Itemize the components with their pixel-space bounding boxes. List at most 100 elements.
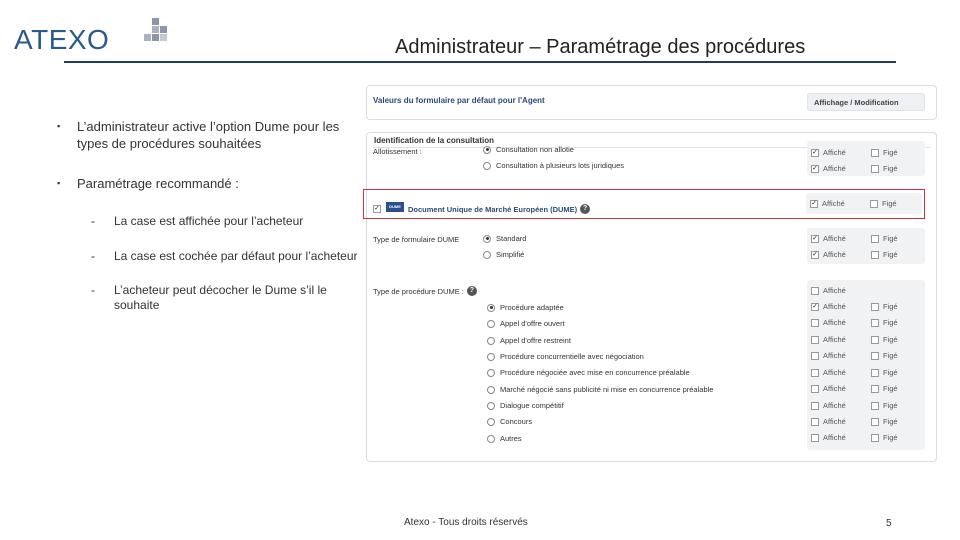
fige-checkbox[interactable]: Figé bbox=[871, 351, 898, 360]
radio-marche-negocie[interactable]: Marché négocié sans publicité ni mise en… bbox=[487, 385, 713, 394]
sub-bullet-mark: - bbox=[91, 214, 95, 228]
fige-checkbox[interactable]: Figé bbox=[871, 401, 898, 410]
form-header-title: Valeurs du formulaire par défaut pour l'… bbox=[373, 96, 545, 105]
checkbox-icon[interactable] bbox=[811, 318, 819, 327]
sub-bullet-text: La case est affichée pour l’acheteur bbox=[114, 214, 304, 228]
affiche-checkbox[interactable]: Affiché bbox=[811, 286, 846, 295]
checkbox-icon[interactable] bbox=[811, 286, 819, 295]
fige-checkbox[interactable]: Figé bbox=[871, 433, 898, 442]
radio-icon[interactable] bbox=[487, 303, 495, 312]
footer-copyright: Atexo - Tous droits réservés bbox=[404, 517, 528, 528]
checkbox-icon[interactable] bbox=[871, 302, 879, 311]
checkbox-icon[interactable] bbox=[871, 417, 879, 426]
fige-checkbox[interactable]: Figé bbox=[871, 250, 898, 259]
affiche-checkbox[interactable]: Affiché bbox=[811, 433, 846, 442]
fige-checkbox[interactable]: Figé bbox=[871, 368, 898, 377]
fige-checkbox[interactable]: Figé bbox=[870, 199, 897, 208]
dume-checkbox[interactable]: ✓ bbox=[373, 205, 381, 213]
radio-concours[interactable]: Concours bbox=[487, 417, 532, 426]
radio-icon[interactable] bbox=[487, 368, 495, 377]
radio-plusieurs-lots[interactable]: Consultation à plusieurs lots juridiques bbox=[483, 161, 624, 170]
fige-checkbox[interactable]: Figé bbox=[871, 384, 898, 393]
fige-checkbox[interactable]: Figé bbox=[871, 148, 898, 157]
fige-checkbox[interactable]: Figé bbox=[871, 417, 898, 426]
radio-procedure-concurrentielle[interactable]: Procédure concurrentielle avec négociati… bbox=[487, 352, 644, 361]
checkbox-icon[interactable] bbox=[871, 401, 879, 410]
checkbox-icon[interactable] bbox=[811, 433, 819, 442]
affiche-checkbox[interactable]: Affiché bbox=[811, 351, 846, 360]
checkbox-icon[interactable] bbox=[871, 318, 879, 327]
radio-procedure-negociee[interactable]: Procédure négociée avec mise en concurre… bbox=[487, 368, 690, 377]
checkbox-icon[interactable] bbox=[811, 417, 819, 426]
affiche-checkbox[interactable]: Affiché bbox=[811, 368, 846, 377]
radio-icon[interactable] bbox=[487, 385, 495, 394]
bullet-mark: ▪ bbox=[57, 121, 61, 131]
affiche-checkbox[interactable]: ✓ Affiché bbox=[811, 148, 846, 157]
radio-simplifie[interactable]: Simplifié bbox=[483, 250, 524, 259]
checkbox-icon[interactable] bbox=[871, 335, 879, 344]
radio-icon[interactable] bbox=[487, 434, 495, 443]
affiche-checkbox[interactable]: Affiché bbox=[811, 384, 846, 393]
checkbox-icon[interactable] bbox=[811, 401, 819, 410]
radio-procedure-adaptee[interactable]: Procédure adaptée bbox=[487, 303, 564, 312]
affiche-checkbox[interactable]: Affiché bbox=[811, 335, 846, 344]
radio-icon[interactable] bbox=[483, 145, 491, 154]
checkbox-icon[interactable]: ✓ bbox=[811, 302, 819, 311]
affiche-checkbox[interactable]: Affiché bbox=[811, 318, 846, 327]
radio-non-allotie[interactable]: Consultation non allotie bbox=[483, 145, 574, 154]
radio-label: Dialogue compétitif bbox=[500, 401, 564, 410]
fige-checkbox[interactable]: Figé bbox=[871, 335, 898, 344]
checkbox-icon[interactable] bbox=[871, 234, 879, 243]
radio-icon[interactable] bbox=[487, 336, 495, 345]
dume-option-row: ✓ DUME Document Unique de Marché Europée… bbox=[363, 189, 925, 219]
checkbox-icon[interactable] bbox=[811, 351, 819, 360]
fige-checkbox[interactable]: Figé bbox=[871, 318, 898, 327]
checkbox-icon[interactable] bbox=[871, 164, 879, 173]
checkbox-icon[interactable] bbox=[871, 148, 879, 157]
radio-icon[interactable] bbox=[487, 352, 495, 361]
affiche-checkbox[interactable]: Affiché bbox=[811, 401, 846, 410]
bullet-text: L’administrateur active l’option Dume po… bbox=[77, 119, 340, 151]
radio-dialogue-competitif[interactable]: Dialogue compétitif bbox=[487, 401, 564, 410]
affiche-checkbox[interactable]: ✓ Affiché bbox=[811, 250, 846, 259]
checkbox-icon[interactable] bbox=[811, 384, 819, 393]
checkbox-icon[interactable]: ✓ bbox=[810, 199, 818, 208]
radio-icon[interactable] bbox=[487, 401, 495, 410]
help-icon[interactable]: ? bbox=[466, 286, 477, 296]
radio-icon[interactable] bbox=[483, 161, 491, 170]
radio-appel-offre-restreint[interactable]: Appel d'offre restreint bbox=[487, 336, 571, 345]
bullet-text: Paramétrage recommandé : bbox=[77, 176, 239, 191]
radio-icon[interactable] bbox=[487, 319, 495, 328]
checkbox-icon[interactable]: ✓ bbox=[811, 234, 819, 243]
consultation-identification-panel: Identification de la consultation Alloti… bbox=[366, 132, 937, 462]
fige-checkbox[interactable]: Figé bbox=[871, 164, 898, 173]
type-procedure-controls: Affiché ✓ Affiché Figé Affiché Figé Affic… bbox=[807, 280, 925, 450]
affiche-checkbox[interactable]: ✓ Affiché bbox=[811, 164, 846, 173]
checkbox-icon[interactable] bbox=[870, 199, 878, 208]
logo-text: ATEXO bbox=[14, 24, 110, 55]
checkbox-icon[interactable]: ✓ bbox=[811, 148, 819, 157]
radio-icon[interactable] bbox=[487, 417, 495, 426]
radio-standard[interactable]: Standard bbox=[483, 234, 526, 243]
checkbox-icon[interactable] bbox=[871, 433, 879, 442]
fige-checkbox[interactable]: Figé bbox=[871, 234, 898, 243]
affiche-checkbox[interactable]: ✓ Affiché bbox=[811, 302, 846, 311]
checkbox-icon[interactable]: ✓ bbox=[811, 250, 819, 259]
checkbox-icon[interactable] bbox=[871, 368, 879, 377]
help-icon[interactable]: ? bbox=[580, 204, 591, 214]
checkbox-icon[interactable] bbox=[871, 384, 879, 393]
radio-icon[interactable] bbox=[483, 250, 491, 259]
radio-icon[interactable] bbox=[483, 234, 491, 243]
affiche-checkbox[interactable]: Affiché bbox=[811, 417, 846, 426]
checkbox-icon[interactable] bbox=[871, 250, 879, 259]
affiche-checkbox[interactable]: ✓ Affiché bbox=[811, 234, 846, 243]
radio-appel-offre-ouvert[interactable]: Appel d'offre ouvert bbox=[487, 319, 565, 328]
checkbox-icon[interactable] bbox=[871, 351, 879, 360]
checkbox-icon[interactable] bbox=[811, 335, 819, 344]
checkbox-icon[interactable]: ✓ bbox=[811, 164, 819, 173]
affiche-checkbox[interactable]: ✓ Affiché bbox=[810, 199, 845, 208]
checkbox-icon[interactable] bbox=[811, 368, 819, 377]
fige-checkbox[interactable]: Figé bbox=[871, 302, 898, 311]
radio-label: Procédure adaptée bbox=[500, 303, 564, 312]
radio-autres[interactable]: Autres bbox=[487, 434, 522, 443]
